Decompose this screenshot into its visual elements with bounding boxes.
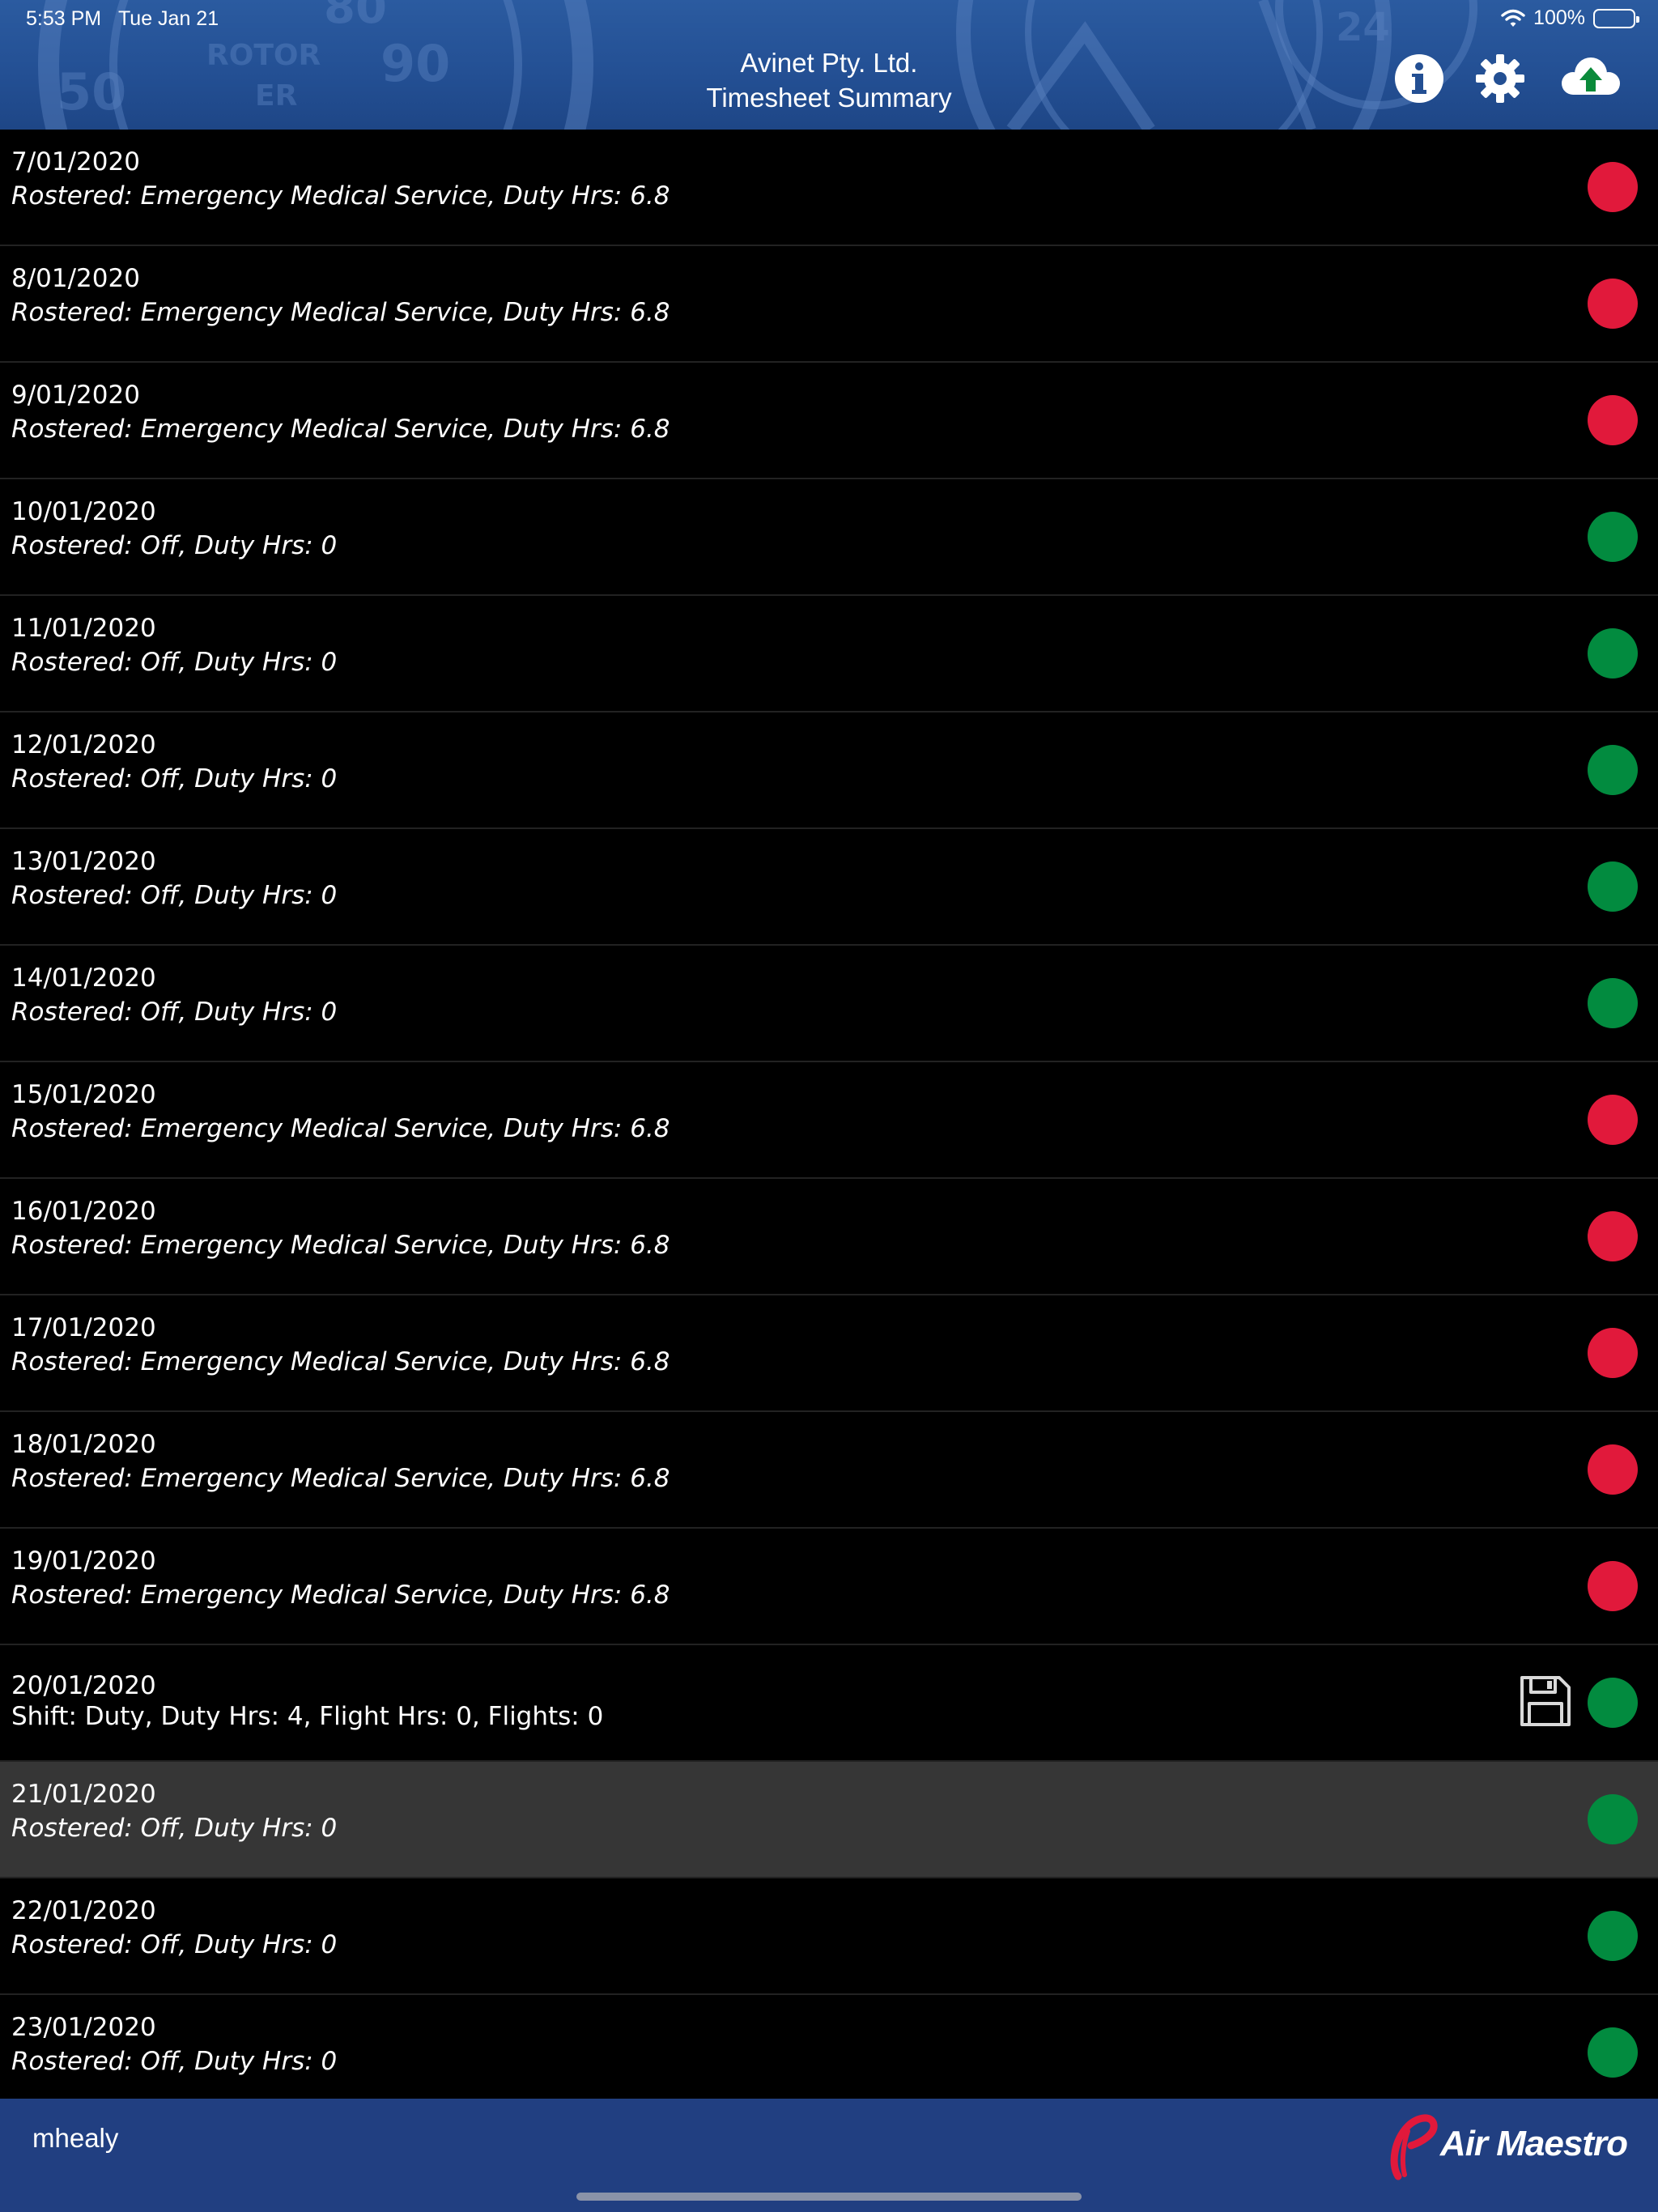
- row-detail: Rostered: Off, Duty Hrs: 0: [11, 648, 338, 677]
- status-indicator-green: [1588, 512, 1638, 562]
- status-indicator-red: [1588, 1328, 1638, 1378]
- upload-button[interactable]: [1554, 50, 1627, 107]
- floppy-disk-icon: [1520, 1676, 1571, 1726]
- status-indicator-green: [1588, 1794, 1638, 1844]
- row-detail: Rostered: Off, Duty Hrs: 0: [11, 881, 338, 910]
- status-indicator-green: [1588, 978, 1638, 1028]
- row-date: 12/01/2020: [11, 730, 156, 759]
- row-detail: Rostered: Off, Duty Hrs: 0: [11, 764, 338, 793]
- row-detail: Rostered: Emergency Medical Service, Dut…: [11, 415, 670, 444]
- row-date: 15/01/2020: [11, 1080, 156, 1109]
- timesheet-row-4[interactable]: 11/01/2020 Rostered: Off, Duty Hrs: 0: [0, 596, 1658, 713]
- timesheet-row-13[interactable]: 20/01/2020 Shift: Duty, Duty Hrs: 4, Fli…: [0, 1645, 1658, 1762]
- row-detail: Rostered: Off, Duty Hrs: 0: [11, 998, 338, 1027]
- timesheet-row-8[interactable]: 15/01/2020 Rostered: Emergency Medical S…: [0, 1062, 1658, 1179]
- row-date: 22/01/2020: [11, 1896, 156, 1925]
- timesheet-row-15[interactable]: 22/01/2020 Rostered: Off, Duty Hrs: 0: [0, 1878, 1658, 1995]
- status-indicator-red: [1588, 1444, 1638, 1495]
- status-indicator-green: [1588, 1678, 1638, 1728]
- row-detail: Rostered: Emergency Medical Service, Dut…: [11, 181, 670, 211]
- row-date: 13/01/2020: [11, 847, 156, 876]
- footer-bar: mhealy Air Maestro: [0, 2099, 1658, 2212]
- row-detail: Rostered: Emergency Medical Service, Dut…: [11, 1580, 670, 1610]
- timesheet-row-9[interactable]: 16/01/2020 Rostered: Emergency Medical S…: [0, 1179, 1658, 1295]
- header-bar: 50 90 80 24 ROTOR ER 5:53 PM Tue Jan 21 …: [0, 0, 1658, 130]
- row-date: 19/01/2020: [11, 1546, 156, 1576]
- status-indicator-red: [1588, 1561, 1638, 1611]
- username-label: mhealy: [32, 2123, 119, 2153]
- timesheet-row-3[interactable]: 10/01/2020 Rostered: Off, Duty Hrs: 0: [0, 479, 1658, 596]
- row-detail: Shift: Duty, Duty Hrs: 4, Flight Hrs: 0,…: [11, 1702, 604, 1731]
- logo-text: Air Maestro: [1439, 2124, 1628, 2163]
- row-detail: Rostered: Emergency Medical Service, Dut…: [11, 1347, 670, 1376]
- timesheet-row-6[interactable]: 13/01/2020 Rostered: Off, Duty Hrs: 0: [0, 829, 1658, 946]
- cloud-upload-icon: [1562, 57, 1620, 95]
- status-indicator-red: [1588, 1095, 1638, 1145]
- row-date: 20/01/2020: [11, 1671, 156, 1700]
- timesheet-list: 7/01/2020 Rostered: Emergency Medical Se…: [0, 130, 1658, 2099]
- row-detail: Rostered: Off, Duty Hrs: 0: [11, 2047, 338, 2076]
- row-detail: Rostered: Off, Duty Hrs: 0: [11, 1930, 338, 1959]
- row-date: 9/01/2020: [11, 381, 140, 410]
- status-indicator-red: [1588, 279, 1638, 329]
- timesheet-row-2[interactable]: 9/01/2020 Rostered: Emergency Medical Se…: [0, 363, 1658, 479]
- logo-swoosh-icon: [1390, 2114, 1438, 2180]
- row-date: 18/01/2020: [11, 1430, 156, 1459]
- status-bar: 5:53 PM Tue Jan 21 100%: [0, 0, 1658, 39]
- battery-icon: [1593, 8, 1639, 28]
- row-date: 21/01/2020: [11, 1780, 156, 1809]
- timesheet-row-10[interactable]: 17/01/2020 Rostered: Emergency Medical S…: [0, 1295, 1658, 1412]
- row-date: 17/01/2020: [11, 1313, 156, 1342]
- timesheet-row-7[interactable]: 14/01/2020 Rostered: Off, Duty Hrs: 0: [0, 946, 1658, 1062]
- row-date: 8/01/2020: [11, 264, 140, 293]
- status-indicator-green: [1588, 861, 1638, 912]
- status-indicator-red: [1588, 162, 1638, 212]
- timesheet-row-16[interactable]: 23/01/2020 Rostered: Off, Duty Hrs: 0: [0, 1995, 1658, 2099]
- row-date: 23/01/2020: [11, 2013, 156, 2042]
- status-time: 5:53 PM Tue Jan 21: [26, 7, 219, 30]
- settings-button[interactable]: [1472, 50, 1528, 107]
- row-detail: Rostered: Emergency Medical Service, Dut…: [11, 1114, 670, 1143]
- timesheet-row-5[interactable]: 12/01/2020 Rostered: Off, Duty Hrs: 0: [0, 713, 1658, 829]
- status-indicator-red: [1588, 1211, 1638, 1261]
- row-date: 11/01/2020: [11, 614, 156, 643]
- status-indicator-green: [1588, 2027, 1638, 2078]
- status-indicator-green: [1588, 628, 1638, 678]
- timesheet-row-1[interactable]: 8/01/2020 Rostered: Emergency Medical Se…: [0, 246, 1658, 363]
- row-detail: Rostered: Off, Duty Hrs: 0: [11, 1814, 338, 1843]
- info-button[interactable]: [1391, 50, 1448, 107]
- gear-icon: [1476, 54, 1524, 103]
- timesheet-row-11[interactable]: 18/01/2020 Rostered: Emergency Medical S…: [0, 1412, 1658, 1529]
- info-icon: [1395, 54, 1443, 103]
- row-date: 16/01/2020: [11, 1197, 156, 1226]
- home-indicator[interactable]: [576, 2193, 1082, 2201]
- status-indicator-green: [1588, 1911, 1638, 1961]
- row-date: 14/01/2020: [11, 963, 156, 993]
- row-detail: Rostered: Emergency Medical Service, Dut…: [11, 298, 670, 327]
- wifi-icon: [1501, 9, 1525, 27]
- status-indicator-red: [1588, 395, 1638, 445]
- row-detail: Rostered: Emergency Medical Service, Dut…: [11, 1231, 670, 1260]
- row-detail: Rostered: Emergency Medical Service, Dut…: [11, 1464, 670, 1493]
- timesheet-row-0[interactable]: 7/01/2020 Rostered: Emergency Medical Se…: [0, 130, 1658, 246]
- status-right-cluster: 100%: [1501, 6, 1639, 30]
- row-detail: Rostered: Off, Duty Hrs: 0: [11, 531, 338, 560]
- timesheet-row-12[interactable]: 19/01/2020 Rostered: Emergency Medical S…: [0, 1529, 1658, 1645]
- status-indicator-green: [1588, 745, 1638, 795]
- row-date: 10/01/2020: [11, 497, 156, 526]
- row-date: 7/01/2020: [11, 147, 140, 177]
- timesheet-row-14[interactable]: 21/01/2020 Rostered: Off, Duty Hrs: 0: [0, 1762, 1658, 1878]
- battery-percent: 100%: [1533, 6, 1585, 29]
- air-maestro-logo: Air Maestro: [1384, 2107, 1628, 2181]
